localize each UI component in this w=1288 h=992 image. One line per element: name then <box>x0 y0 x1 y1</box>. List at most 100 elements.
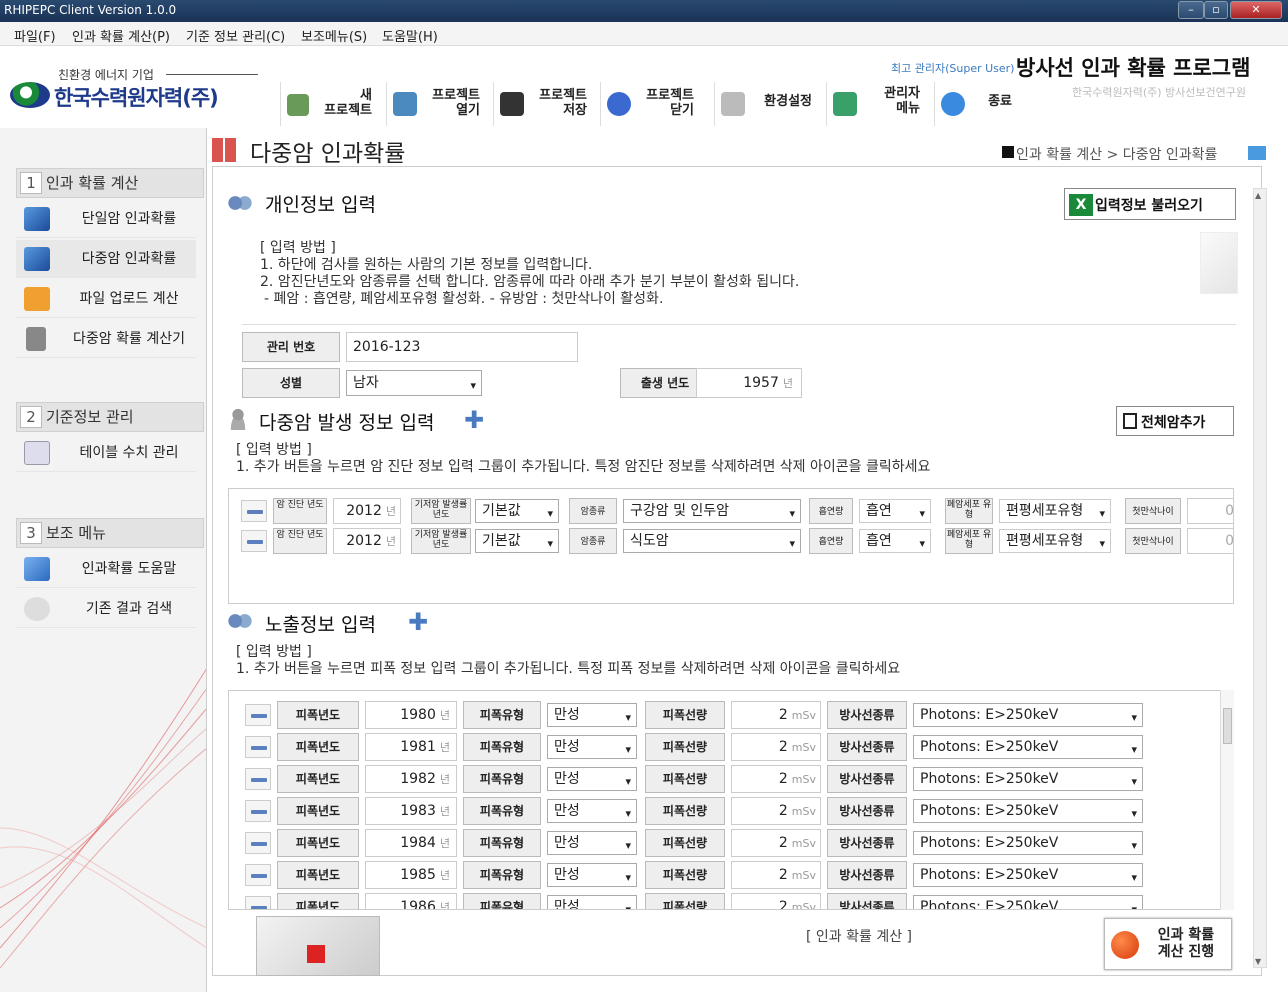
dose-field[interactable]: 2 mSv <box>731 765 821 793</box>
exposure-type-select[interactable]: 만성 <box>547 735 637 761</box>
cell-type-label: 폐암세포 유형 <box>945 498 993 524</box>
dose-field[interactable]: 2 mSv <box>731 733 821 761</box>
remove-cancer-row-icon[interactable] <box>241 500 267 522</box>
radiation-type-value: Photons: E>250keV <box>920 867 1059 883</box>
sex-select[interactable]: 남자 <box>346 370 482 398</box>
remove-exposure-row-icon[interactable] <box>245 704 271 726</box>
settings-button[interactable]: 환경설정 <box>714 82 818 126</box>
dose-field[interactable]: 2 mSv <box>731 829 821 857</box>
smoking-label: 흡연량 <box>809 498 853 524</box>
exposure-year-field[interactable]: 1980 년 <box>365 701 457 729</box>
remove-exposure-row-icon[interactable] <box>245 832 271 854</box>
exposure-year-label: 피폭년도 <box>277 893 359 909</box>
radiation-type-value: Photons: E>250keV <box>920 803 1059 819</box>
radiation-type-select[interactable]: Photons: E>250keV <box>913 735 1143 761</box>
save-project-button[interactable]: 프로젝트 저장 <box>493 82 593 126</box>
sidebar-item-file-upload[interactable]: 파일 업로드 계산 <box>16 280 196 318</box>
dose-field[interactable]: 2 mSv <box>731 893 821 909</box>
remove-exposure-row-icon[interactable] <box>245 736 271 758</box>
help-cube-icon <box>24 557 50 581</box>
remove-exposure-row-icon[interactable] <box>245 864 271 886</box>
cell-type-select[interactable]: 편평세포유형 <box>999 529 1111 555</box>
add-cancer-plus-icon[interactable]: ✚ <box>464 408 484 432</box>
exposure-year-field[interactable]: 1985 년 <box>365 861 457 889</box>
scroll-up-icon[interactable]: ▲ <box>1255 191 1265 201</box>
load-input-button[interactable]: X 입력정보 불러오기 <box>1064 188 1236 220</box>
remove-exposure-row-icon[interactable] <box>245 800 271 822</box>
exposure-year-field[interactable]: 1983 년 <box>365 797 457 825</box>
sidebar-item-multi-cancer[interactable]: 다중암 인과확률 <box>16 240 196 278</box>
run-calculation-button[interactable]: 인과 확률 계산 진행 <box>1104 918 1232 970</box>
scrollbar-thumb[interactable] <box>1223 708 1232 744</box>
close-window-button[interactable]: ✕ <box>1230 1 1282 19</box>
unit-label: 년 <box>439 741 450 754</box>
unit-label: 년 <box>439 773 450 786</box>
dose-field[interactable]: 2 mSv <box>731 861 821 889</box>
exposure-year-field[interactable]: 1981 년 <box>365 733 457 761</box>
sidebar-item-single-cancer[interactable]: 단일암 인과확률 <box>16 200 196 238</box>
exposure-info-title: 노출정보 입력 <box>265 614 376 636</box>
smoking-select[interactable]: 흡연 <box>859 499 931 525</box>
first-birth-field[interactable]: 0 <box>1187 528 1233 554</box>
radiation-type-select[interactable]: Photons: E>250keV <box>913 831 1143 857</box>
instruction-line: [ 입력 방법 ] <box>236 644 312 660</box>
dose-field[interactable]: 2 mSv <box>731 701 821 729</box>
sidebar-item-multi-calculator[interactable]: 다중암 확률 계산기 <box>16 320 196 358</box>
admin-menu-button[interactable]: 관리자 메뉴 <box>826 82 924 126</box>
exposure-type-select[interactable]: 만성 <box>547 863 637 889</box>
exposure-type-select[interactable]: 만성 <box>547 703 637 729</box>
radiation-type-select[interactable]: Photons: E>250keV <box>913 863 1143 889</box>
new-project-button[interactable]: 새 프로젝트 <box>280 82 376 126</box>
birth-year-field[interactable]: 1957 년 <box>696 368 802 398</box>
exposure-year-field[interactable]: 1982 년 <box>365 765 457 793</box>
exposure-year-field[interactable]: 1984 년 <box>365 829 457 857</box>
open-project-button[interactable]: 프로젝트 열기 <box>386 82 486 126</box>
smoking-select[interactable]: 흡연 <box>859 529 931 555</box>
dose-value: 2 <box>778 867 788 883</box>
diag-year-field[interactable]: 2012 년 <box>333 528 401 554</box>
exposure-type-select[interactable]: 만성 <box>547 895 637 909</box>
radiation-type-select[interactable]: Photons: E>250keV <box>913 895 1143 909</box>
maximize-button[interactable]: ▫ <box>1204 1 1228 19</box>
radiation-type-select[interactable]: Photons: E>250keV <box>913 799 1143 825</box>
sex-value: 남자 <box>353 375 379 391</box>
diag-year-field[interactable]: 2012 년 <box>333 498 401 524</box>
menu-aux[interactable]: 보조메뉴(S) <box>301 26 367 45</box>
exposure-type-select[interactable]: 만성 <box>547 799 637 825</box>
exposure-type-select[interactable]: 만성 <box>547 831 637 857</box>
add-all-cancer-button[interactable]: 전체암추가 <box>1116 406 1234 436</box>
remove-exposure-row-icon[interactable] <box>245 768 271 790</box>
sidebar-item-table-values[interactable]: 테이블 수치 관리 <box>16 434 196 472</box>
sidebar-item-help[interactable]: 인과확률 도움말 <box>16 550 196 588</box>
exposure-type-value: 만성 <box>554 739 580 755</box>
cell-type-select[interactable]: 편평세포유형 <box>999 499 1111 525</box>
remove-cancer-row-icon[interactable] <box>241 530 267 552</box>
radiation-type-select[interactable]: Photons: E>250keV <box>913 703 1143 729</box>
exit-button[interactable]: 종료 <box>934 82 1016 126</box>
baseline-select[interactable]: 기본값 <box>475 529 559 555</box>
close-project-button[interactable]: 프로젝트 닫기 <box>600 82 700 126</box>
minimize-button[interactable]: – <box>1178 1 1204 19</box>
baseline-select[interactable]: 기본값 <box>475 499 559 525</box>
remove-exposure-row-icon[interactable] <box>245 896 271 909</box>
smoking-value: 흡연 <box>866 533 892 549</box>
menu-help[interactable]: 도움말(H) <box>382 26 438 45</box>
main-scrollbar[interactable]: ▲ ▼ <box>1253 188 1267 968</box>
exposure-type-select[interactable]: 만성 <box>547 767 637 793</box>
scroll-down-icon[interactable]: ▼ <box>1255 957 1265 967</box>
menu-file[interactable]: 파일(F) <box>14 26 56 45</box>
minus-bar <box>251 746 267 750</box>
sidebar-item-search[interactable]: 기존 결과 검색 <box>16 590 196 628</box>
exposure-year-field[interactable]: 1986 년 <box>365 893 457 909</box>
cancer-type-select[interactable]: 구강암 및 인두암 <box>623 499 801 525</box>
cubes-icon <box>24 247 50 271</box>
add-exposure-plus-icon[interactable]: ✚ <box>408 610 428 634</box>
radiation-type-select[interactable]: Photons: E>250keV <box>913 767 1143 793</box>
menu-base-info[interactable]: 기준 정보 관리(C) <box>186 26 285 45</box>
exposure-scrollbar[interactable] <box>1220 690 1234 910</box>
dose-field[interactable]: 2 mSv <box>731 797 821 825</box>
cancer-type-select[interactable]: 식도암 <box>623 529 801 555</box>
menu-calc[interactable]: 인과 확률 계산(P) <box>72 26 170 45</box>
id-field[interactable]: 2016-123 <box>346 332 578 362</box>
first-birth-field[interactable]: 0 <box>1187 498 1233 524</box>
